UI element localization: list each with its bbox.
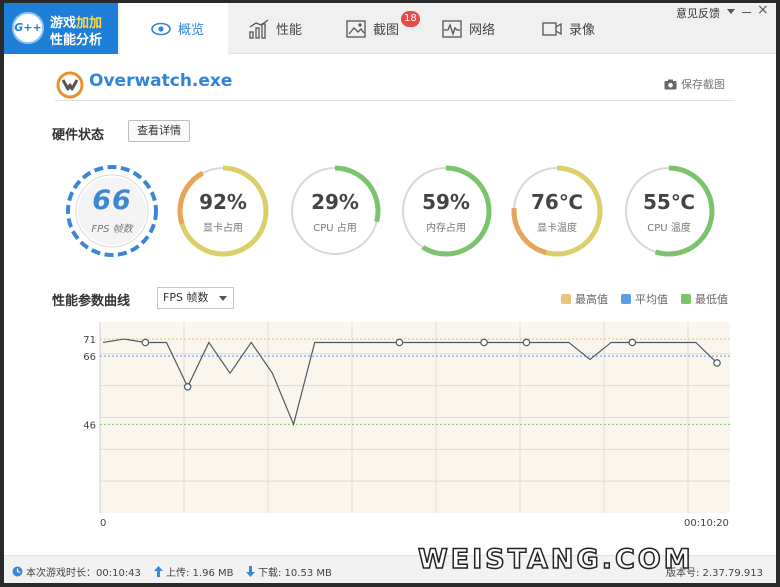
watermark: WEISTANG.COM bbox=[417, 543, 694, 576]
upload-stat: 上传: 1.96 MB bbox=[154, 564, 233, 579]
data-point bbox=[480, 338, 488, 347]
data-point bbox=[628, 338, 637, 347]
download-label: 下载: 10.53 MB bbox=[258, 568, 332, 579]
clock-icon bbox=[12, 566, 23, 577]
upload-label: 上传: 1.96 MB bbox=[166, 568, 234, 579]
x-axis-end-label: 00:10:20 bbox=[684, 518, 729, 529]
arrow-down-icon bbox=[246, 566, 255, 577]
arrow-up-icon bbox=[154, 566, 163, 577]
reference-label: 66 bbox=[83, 352, 96, 363]
app-window: G++ 游戏加加 性能分析 概览 性能 截图 18 网络 录像 意见反馈 × O… bbox=[4, 3, 776, 583]
fps-line-chart: 71 66 46 bbox=[83, 322, 730, 513]
reference-label: 46 bbox=[83, 420, 96, 431]
data-point bbox=[522, 338, 531, 347]
data-point bbox=[141, 338, 150, 347]
x-axis-start-label: 0 bbox=[100, 518, 107, 529]
data-point bbox=[395, 338, 404, 347]
session-duration: 本次游戏时长：00:10:43 bbox=[12, 564, 141, 579]
reference-label: 71 bbox=[83, 335, 96, 346]
data-point bbox=[183, 383, 192, 391]
download-stat: 下载: 10.53 MB bbox=[246, 564, 332, 579]
session-duration-label: 本次游戏时长：00:10:43 bbox=[26, 568, 141, 579]
data-point bbox=[713, 359, 721, 367]
